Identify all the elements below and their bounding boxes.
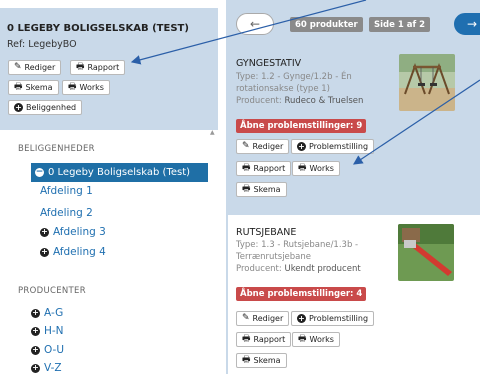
product-card[interactable]: RUTSJEBANE Type: 1.3 - Rutsjebane/1.3b -… — [228, 215, 480, 374]
org-works-label: Works — [79, 83, 104, 92]
type-label: Type: — [236, 240, 259, 250]
locations-heading: BELIGGENHEDER — [18, 144, 95, 154]
producer-item-o-u-label: O-U — [44, 344, 65, 356]
product-description: Type: 1.3 - Rutsjebane/1.3b - Terrænruts… — [236, 239, 386, 275]
edit-icon: ✎ — [242, 141, 250, 151]
card-edit-label: Rediger — [252, 314, 284, 323]
open-issues-badge: Åbne problemstillinger: 4 — [236, 287, 367, 301]
producer-item-v-z-label: V-Z — [44, 362, 62, 374]
producer-label: Producent: — [236, 264, 282, 274]
card-problem-button[interactable]: + Problemstilling — [291, 139, 375, 154]
organization-panel: 0 LEGEBY BOLIGSELSKAB (TEST) Ref: Legeby… — [0, 8, 218, 130]
card-problem-label: Problemstilling — [309, 142, 369, 151]
card-edit-button[interactable]: ✎ Rediger — [236, 139, 290, 154]
plus-circle-icon: + — [31, 308, 40, 318]
tree-item-afdeling-4-label: Afdeling 4 — [53, 246, 106, 258]
org-report-label: Rapport — [87, 63, 120, 72]
plus-circle-icon: + — [297, 141, 306, 151]
scroll-up-arrow-icon[interactable]: ▲ — [210, 129, 215, 136]
page-indicator-badge: Side 1 af 2 — [369, 17, 431, 32]
printer-icon: 🖶 — [242, 163, 251, 173]
producer-label: Producent: — [236, 96, 282, 106]
printer-icon: 🖶 — [242, 355, 251, 365]
producer-item-a-g[interactable]: + A-G — [31, 307, 63, 319]
edit-icon: ✎ — [242, 313, 250, 323]
org-report-button[interactable]: 🖶 Rapport — [70, 60, 126, 75]
product-title: GYNGESTATIV — [236, 58, 302, 69]
card-report-label: Rapport — [253, 335, 286, 344]
tree-item-afdeling-3[interactable]: + Afdeling 3 — [40, 226, 106, 238]
plus-circle-icon: + — [31, 345, 40, 355]
producer-item-h-n[interactable]: + H-N — [31, 325, 64, 337]
plus-circle-icon: + — [40, 227, 49, 237]
organization-ref: Ref: LegebyBO — [7, 39, 77, 50]
printer-icon: 🖶 — [68, 82, 77, 92]
organization-title: 0 LEGEBY BOLIGSELSKAB (TEST) — [7, 23, 189, 34]
type-label: Type: — [236, 72, 259, 82]
tree-item-afdeling-4[interactable]: + Afdeling 4 — [40, 246, 106, 258]
card-works-button[interactable]: 🖶 Works — [292, 332, 340, 347]
minus-circle-icon: − — [35, 167, 44, 177]
tree-item-afdeling-1[interactable]: Afdeling 1 — [40, 185, 93, 197]
org-schema-button[interactable]: 🖶 Skema — [8, 80, 59, 95]
org-schema-label: Skema — [25, 83, 53, 92]
card-schema-button[interactable]: 🖶 Skema — [236, 353, 287, 368]
plus-circle-icon: + — [297, 313, 306, 323]
printer-icon: 🖶 — [242, 334, 251, 344]
tree-item-afdeling-2[interactable]: Afdeling 2 — [40, 207, 93, 219]
org-location-button[interactable]: + Beliggenhed — [8, 100, 83, 115]
edit-icon: ✎ — [14, 62, 22, 72]
left-column: 0 LEGEBY BOLIGSELSKAB (TEST) Ref: Legeby… — [0, 0, 218, 374]
printer-icon: 🖶 — [298, 163, 307, 173]
producer-item-h-n-label: H-N — [44, 325, 64, 337]
product-count-badge: 60 produkter — [290, 17, 363, 32]
card-edit-label: Rediger — [252, 142, 284, 151]
card-works-label: Works — [309, 164, 334, 173]
producers-heading: PRODUCENTER — [18, 286, 86, 296]
product-description: Type: 1.2 - Gynge/1.2b - Én rotationsaks… — [236, 71, 386, 107]
open-issues-badge: Åbne problemstillinger: 9 — [236, 119, 367, 133]
card-schema-label: Skema — [253, 185, 281, 194]
card-works-label: Works — [309, 335, 334, 344]
product-image[interactable] — [399, 54, 455, 111]
card-problem-label: Problemstilling — [309, 314, 369, 323]
org-location-label: Beliggenhed — [26, 103, 77, 112]
producer-item-a-g-label: A-G — [44, 307, 64, 319]
plus-circle-icon: + — [31, 326, 40, 336]
card-schema-button[interactable]: 🖶 Skema — [236, 182, 287, 197]
app-root: 0 LEGEBY BOLIGSELSKAB (TEST) Ref: Legeby… — [0, 0, 480, 374]
product-title: RUTSJEBANE — [236, 227, 297, 238]
producer-item-o-u[interactable]: + O-U — [31, 344, 64, 356]
card-problem-button[interactable]: + Problemstilling — [291, 311, 375, 326]
producer-value: Rudeco & Truelsen — [284, 96, 364, 106]
tree-item-active[interactable]: − 0 Legeby Boligselskab (Test) — [31, 163, 208, 182]
arrow-right-icon: → — [466, 17, 478, 31]
producer-value: Ukendt producent — [284, 264, 361, 274]
org-edit-button[interactable]: ✎ Rediger — [8, 60, 62, 75]
card-schema-label: Skema — [253, 356, 281, 365]
printer-icon: 🖶 — [242, 184, 251, 194]
printer-icon: 🖶 — [298, 334, 307, 344]
card-report-label: Rapport — [253, 164, 286, 173]
product-image[interactable] — [398, 224, 454, 281]
tree-item-active-label: 0 Legeby Boligselskab (Test) — [48, 167, 191, 178]
card-report-button[interactable]: 🖶 Rapport — [236, 161, 292, 176]
plus-circle-icon: + — [31, 363, 40, 373]
card-report-button[interactable]: 🖶 Rapport — [236, 332, 292, 347]
printer-icon: 🖶 — [14, 82, 23, 92]
product-card[interactable]: GYNGESTATIV Type: 1.2 - Gynge/1.2b - Én … — [228, 45, 480, 207]
next-page-button[interactable]: → — [454, 13, 480, 35]
card-works-button[interactable]: 🖶 Works — [292, 161, 340, 176]
org-works-button[interactable]: 🖶 Works — [62, 80, 110, 95]
plus-circle-icon: + — [14, 102, 23, 112]
arrow-left-icon: ← — [249, 17, 261, 31]
plus-circle-icon: + — [40, 247, 49, 257]
card-edit-button[interactable]: ✎ Rediger — [236, 311, 290, 326]
org-edit-label: Rediger — [24, 63, 56, 72]
tree-item-afdeling-3-label: Afdeling 3 — [53, 226, 106, 238]
previous-page-button[interactable]: ← — [236, 13, 274, 35]
producer-item-v-z[interactable]: + V-Z — [31, 362, 62, 374]
printer-icon: 🖶 — [76, 62, 85, 72]
